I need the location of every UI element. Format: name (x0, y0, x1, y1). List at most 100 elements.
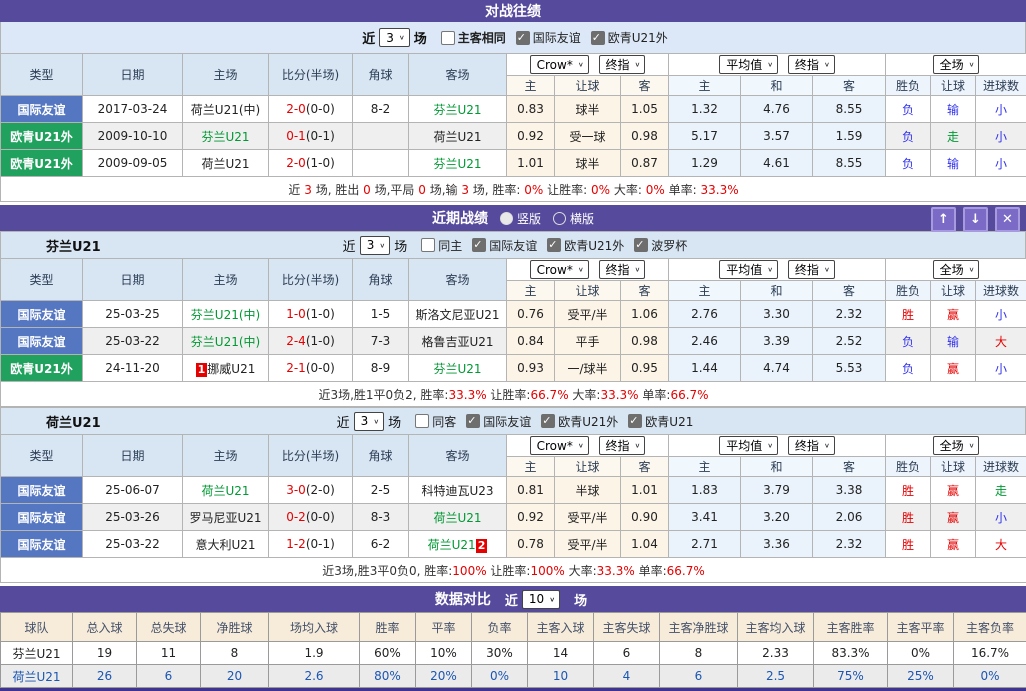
away-team[interactable]: 荷兰U21 (409, 123, 507, 150)
friendly-checkbox[interactable] (472, 238, 486, 252)
away-team[interactable]: 芬兰U21 (409, 150, 507, 177)
bookmaker-stage-select[interactable]: 终指∨ (599, 260, 646, 279)
recent-title: 近期战绩 (432, 208, 488, 228)
u21-qual-checkbox[interactable] (591, 31, 605, 45)
team-count-select[interactable]: 3∨ (354, 412, 385, 431)
home-team[interactable]: 意大利U21 (183, 531, 269, 558)
h2h-count-value: 3 (386, 31, 394, 45)
move-down-button[interactable]: ↓ (963, 207, 988, 232)
close-button[interactable]: ✕ (995, 207, 1020, 232)
home-team[interactable]: 荷兰U21 (183, 150, 269, 177)
scope-select[interactable]: 全场∨ (933, 55, 980, 74)
league-badge[interactable]: 国际友谊 (1, 301, 83, 328)
match-date: 25-03-22 (83, 531, 183, 558)
bookmaker-select[interactable]: Crow*∨ (530, 260, 589, 279)
euro-away: 2.06 (813, 504, 886, 531)
odds-home: 0.78 (507, 531, 555, 558)
home-team[interactable]: 荷兰U21 (183, 477, 269, 504)
match-row: 国际友谊 25-03-22 芬兰U21(中) 2-4(1-0) 7-3 格鲁吉亚… (1, 328, 1026, 355)
col-result-wdl: 胜负 (886, 76, 931, 96)
away-team[interactable]: 芬兰U21 (409, 96, 507, 123)
stat-cell: 8 (660, 642, 738, 665)
stat-cell: 2.5 (738, 665, 814, 688)
u21-qual-checkbox[interactable] (541, 414, 555, 428)
team-name[interactable]: 荷兰U21 (1, 665, 73, 688)
stat-cell: 20 (201, 665, 269, 688)
average-select[interactable]: 平均值∨ (719, 436, 778, 455)
odds-away: 1.04 (621, 531, 669, 558)
compare-count-select[interactable]: 10∨ (522, 590, 560, 609)
league-badge[interactable]: 欧青U21外 (1, 150, 83, 177)
home-team[interactable]: 芬兰U21(中) (183, 301, 269, 328)
result-goals: 走 (976, 477, 1026, 504)
bookmaker-stage-select[interactable]: 终指∨ (599, 436, 646, 455)
league-badge[interactable]: 国际友谊 (1, 96, 83, 123)
stat-cell: 14 (528, 642, 594, 665)
average-stage-select[interactable]: 终指∨ (788, 436, 835, 455)
col-type: 类型 (1, 435, 83, 477)
netherlands-recent-table: 类型 日期 主场 比分(半场) 角球 客场 Crow*∨ 终指∨ 平均值∨ 终指… (0, 434, 1026, 583)
bookmaker-stage-select[interactable]: 终指∨ (599, 55, 646, 74)
league-badge[interactable]: 国际友谊 (1, 328, 83, 355)
away-team[interactable]: 科特迪瓦U23 (409, 477, 507, 504)
bookmaker-select[interactable]: Crow*∨ (530, 55, 589, 74)
away-team[interactable]: 芬兰U21 (409, 355, 507, 382)
stat-cell: 60% (360, 642, 416, 665)
home-team[interactable]: 芬兰U21(中) (183, 328, 269, 355)
league-badge[interactable]: 国际友谊 (1, 504, 83, 531)
home-team[interactable]: 荷兰U21(中) (183, 96, 269, 123)
vertical-layout-radio[interactable] (500, 212, 513, 225)
away-team[interactable]: 荷兰U21 (409, 504, 507, 531)
chevron-down-icon: ∨ (399, 34, 405, 41)
u21-qual-checkbox[interactable] (547, 238, 561, 252)
friendly-checkbox[interactable] (466, 414, 480, 428)
average-stage-select[interactable]: 终指∨ (788, 260, 835, 279)
same-away-checkbox[interactable] (415, 414, 429, 428)
move-up-button[interactable]: ↑ (931, 207, 956, 232)
match-score: 2-0(1-0) (269, 150, 353, 177)
same-venue-checkbox[interactable] (441, 31, 455, 45)
chevron-down-icon: ∨ (635, 61, 641, 68)
u21-euro-checkbox[interactable] (628, 414, 642, 428)
league-badge[interactable]: 欧青U21外 (1, 123, 83, 150)
avg-group-header: 平均值∨ 终指∨ (669, 259, 886, 281)
team-name[interactable]: 芬兰U21 (1, 642, 73, 665)
home-team[interactable]: 芬兰U21 (183, 123, 269, 150)
home-team[interactable]: 罗马尼亚U21 (183, 504, 269, 531)
chevron-down-icon: ∨ (824, 266, 830, 273)
col-venue-goals-against: 主客失球 (594, 613, 660, 642)
scope-select[interactable]: 全场∨ (933, 436, 980, 455)
h2h-count-select[interactable]: 3∨ (379, 28, 410, 47)
match-date: 2009-10-10 (83, 123, 183, 150)
scope-select[interactable]: 全场∨ (933, 260, 980, 279)
league-badge[interactable]: 国际友谊 (1, 531, 83, 558)
odds-home: 0.83 (507, 96, 555, 123)
bookmaker-select[interactable]: Crow*∨ (530, 436, 589, 455)
team-count-select[interactable]: 3∨ (360, 236, 391, 255)
finland-recent-table: 类型 日期 主场 比分(半场) 角球 客场 Crow*∨ 终指∨ 平均值∨ 终指… (0, 258, 1026, 407)
stat-cell: 6 (594, 642, 660, 665)
match-score: 2-4(1-0) (269, 328, 353, 355)
match-row: 国际友谊 2017-03-24 荷兰U21(中) 2-0(0-0) 8-2 芬兰… (1, 96, 1026, 123)
home-team[interactable]: 1挪威U21 (183, 355, 269, 382)
average-select[interactable]: 平均值∨ (719, 260, 778, 279)
friendly-checkbox[interactable] (516, 31, 530, 45)
col-score: 比分(半场) (269, 259, 353, 301)
team-filter-bar: 近 3∨ 场 同客 国际友谊 欧青U21外 欧青U21 (211, 412, 815, 431)
average-select[interactable]: 平均值∨ (719, 55, 778, 74)
same-home-checkbox[interactable] (421, 238, 435, 252)
average-stage-select[interactable]: 终指∨ (788, 55, 835, 74)
horizontal-layout-label: 横版 (570, 210, 594, 227)
away-team[interactable]: 格鲁吉亚U21 (409, 328, 507, 355)
league-badge[interactable]: 欧青U21外 (1, 355, 83, 382)
away-team[interactable]: 荷兰U212 (409, 531, 507, 558)
baltic-cup-checkbox[interactable] (634, 238, 648, 252)
result-wdl: 胜 (886, 301, 931, 328)
euro-draw: 4.61 (741, 150, 813, 177)
away-team[interactable]: 斯洛文尼亚U21 (409, 301, 507, 328)
result-goals: 大 (976, 328, 1026, 355)
league-badge[interactable]: 国际友谊 (1, 477, 83, 504)
odds-home: 0.84 (507, 328, 555, 355)
horizontal-layout-radio[interactable] (553, 212, 566, 225)
chevron-down-icon: ∨ (824, 61, 830, 68)
